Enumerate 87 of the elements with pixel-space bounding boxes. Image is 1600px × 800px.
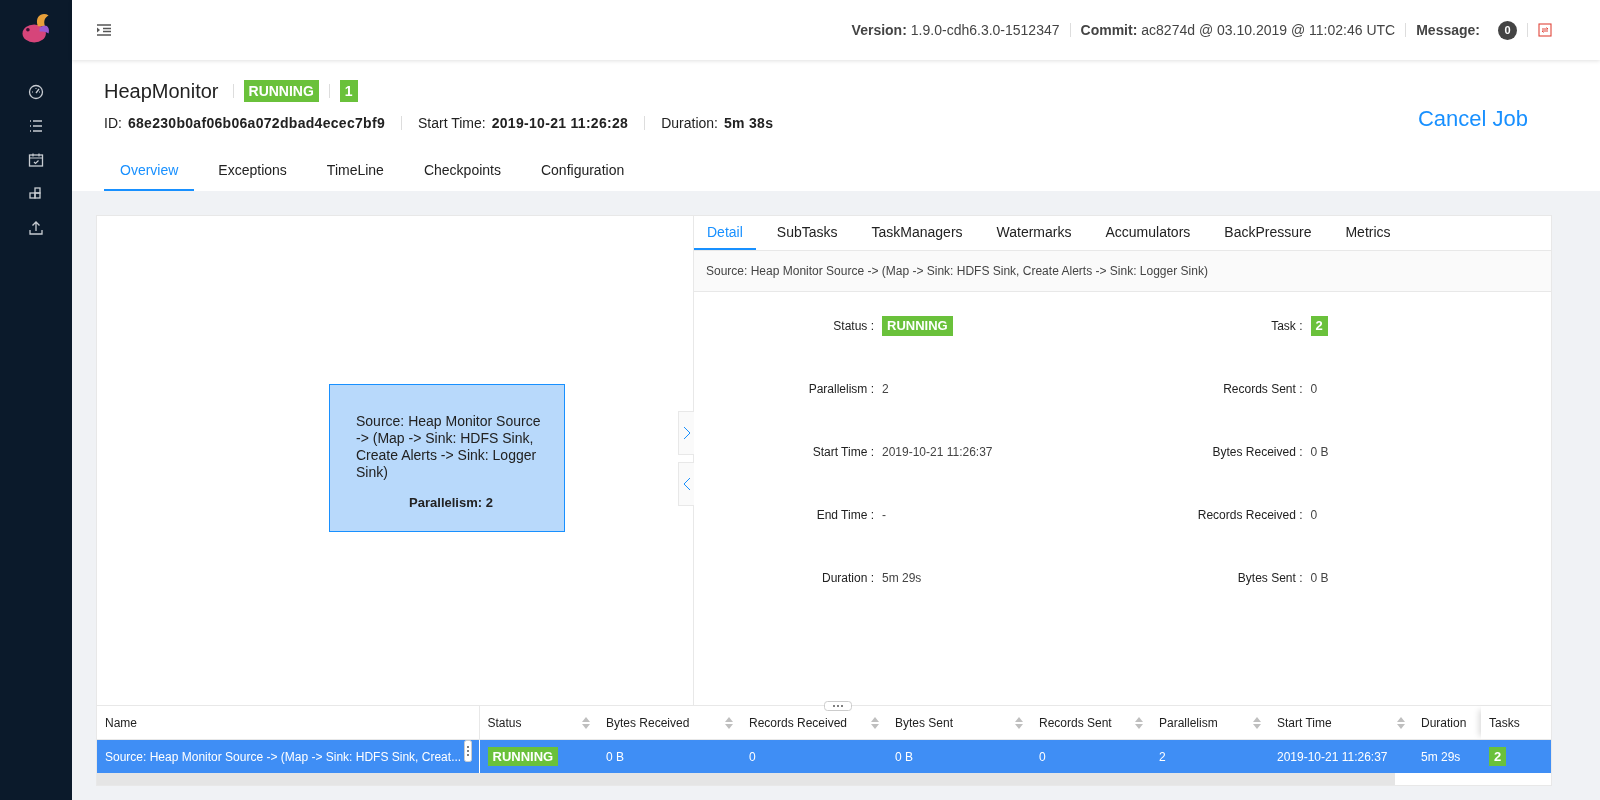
sort-icon[interactable] — [1253, 715, 1261, 730]
chevron-right-icon — [682, 426, 691, 440]
column-header[interactable]: Status — [479, 706, 598, 740]
list-icon[interactable] — [28, 118, 44, 134]
table-cell: 0 — [1039, 749, 1046, 764]
duration-value: 5m 38s — [724, 114, 774, 131]
start-time-label: Start Time: — [418, 114, 486, 131]
expand-button[interactable] — [678, 411, 694, 455]
detail-tab[interactable]: Accumulators — [1092, 216, 1204, 250]
detail-value: 5m 29s — [882, 571, 922, 585]
sort-icon[interactable] — [1397, 715, 1405, 730]
detail-label: Bytes Received : — [1212, 445, 1303, 459]
column-header[interactable]: Bytes Sent — [887, 706, 1031, 740]
refresh-icon[interactable] — [1538, 23, 1552, 37]
horizontal-scrollbar[interactable] — [97, 773, 1395, 785]
detail-badge: 2 — [1310, 316, 1328, 336]
detail-tab[interactable]: Watermarks — [983, 216, 1085, 250]
vertex-name: Source: Heap Monitor Source -> (Map -> Sink: HDFS Sink, Create Alerts -> Sink: Logger Sink) — [706, 264, 1208, 278]
status-badge: RUNNING — [243, 80, 319, 102]
detail-label: Parallelism : — [808, 382, 874, 396]
commit-label: Commit: — [1080, 22, 1138, 38]
sort-icon[interactable] — [1135, 715, 1143, 730]
dashboard-icon[interactable] — [28, 84, 44, 100]
detail-value: 0 — [1310, 382, 1318, 396]
collapse-button[interactable] — [678, 462, 694, 506]
calendar-icon[interactable] — [28, 152, 44, 168]
duration-label: Duration: — [661, 114, 718, 131]
table-cell: 2 — [1159, 749, 1166, 764]
column-header[interactable]: Records Received — [741, 706, 887, 740]
detail-label: Bytes Sent : — [1237, 571, 1303, 585]
sort-icon[interactable] — [725, 715, 733, 730]
sort-icon[interactable] — [582, 715, 590, 730]
detail-tab[interactable]: TaskManagers — [858, 216, 976, 250]
message-count[interactable]: 0 — [1498, 20, 1517, 40]
id-label: ID: — [104, 114, 122, 131]
detail-label: End Time : — [816, 508, 874, 522]
sort-icon[interactable] — [1015, 715, 1023, 730]
detail-label: Records Sent : — [1223, 382, 1303, 396]
detail-value: 2019-10-21 11:26:37 — [882, 445, 993, 459]
column-header[interactable]: Records Sent — [1031, 706, 1151, 740]
table-cell: 0 — [749, 749, 756, 764]
upload-icon[interactable] — [28, 220, 44, 236]
task-count-badge: 1 — [339, 80, 358, 102]
resize-handle-icon[interactable] — [824, 701, 852, 711]
column-header[interactable]: Start Time — [1269, 706, 1413, 740]
column-header[interactable]: Bytes Received — [598, 706, 741, 740]
sort-icon[interactable] — [871, 715, 879, 730]
status-badge: RUNNING — [487, 746, 559, 766]
detail-value: 2 — [882, 382, 889, 396]
detail-value: - — [882, 508, 886, 522]
detail-tab[interactable]: BackPressure — [1211, 216, 1325, 250]
detail-label: Status : — [833, 319, 874, 333]
tab[interactable]: Exceptions — [202, 154, 303, 191]
tab[interactable]: TimeLine — [310, 154, 400, 191]
chevron-left-icon — [682, 477, 691, 491]
menu-icon[interactable] — [96, 22, 112, 38]
status-badge: 2 — [1489, 746, 1507, 766]
job-name: HeapMonitor — [104, 79, 219, 103]
start-time-value: 2019-10-21 11:26:28 — [491, 114, 629, 131]
table-cell: 0 B — [895, 749, 913, 764]
detail-label: Task : — [1271, 319, 1303, 333]
table-cell: 0 B — [606, 749, 624, 764]
version-label: Version: — [851, 22, 907, 38]
tab[interactable]: Configuration — [524, 154, 641, 191]
message-label: Message: — [1416, 22, 1480, 38]
column-header[interactable]: Name — [97, 706, 479, 740]
detail-value: 0 — [1310, 508, 1318, 522]
detail-label: Start Time : — [812, 445, 874, 459]
detail-value: 0 B — [1310, 445, 1329, 459]
table-cell: 5m 29s — [1421, 749, 1461, 764]
detail-label: Duration : — [821, 571, 874, 585]
detail-label: Records Received : — [1197, 508, 1303, 522]
detail-tab[interactable]: Metrics — [1332, 216, 1404, 250]
column-resize-handle-icon[interactable] — [464, 740, 472, 762]
detail-value: 0 B — [1310, 571, 1329, 585]
table-cell: Source: Heap Monitor Source -> (Map -> Sink: HDFS Sink, Creat... — [105, 749, 462, 764]
graph-node[interactable]: Source: Heap Monitor Source -> (Map -> Sink: HDFS Sink, Create Alerts -> Sink: Logger Sink) Parallelism: 2 — [329, 384, 565, 532]
table-cell: 2019-10-21 11:26:37 — [1277, 749, 1388, 764]
job-id: 68e230b0af06b06a072dbad4ecec7bf9 — [127, 114, 385, 131]
version-value: 1.9.0-cdh6.3.0-1512347 — [910, 22, 1060, 38]
column-header[interactable]: Parallelism — [1151, 706, 1269, 740]
column-header[interactable]: Tasks — [1481, 706, 1551, 740]
tab[interactable]: Checkpoints — [407, 154, 517, 191]
detail-tab[interactable]: SubTasks — [763, 216, 851, 250]
blocks-icon[interactable] — [28, 186, 44, 202]
commit-value: ac8274d @ 03.10.2019 @ 11:02:46 UTC — [1141, 22, 1396, 38]
detail-badge: RUNNING — [882, 316, 953, 336]
